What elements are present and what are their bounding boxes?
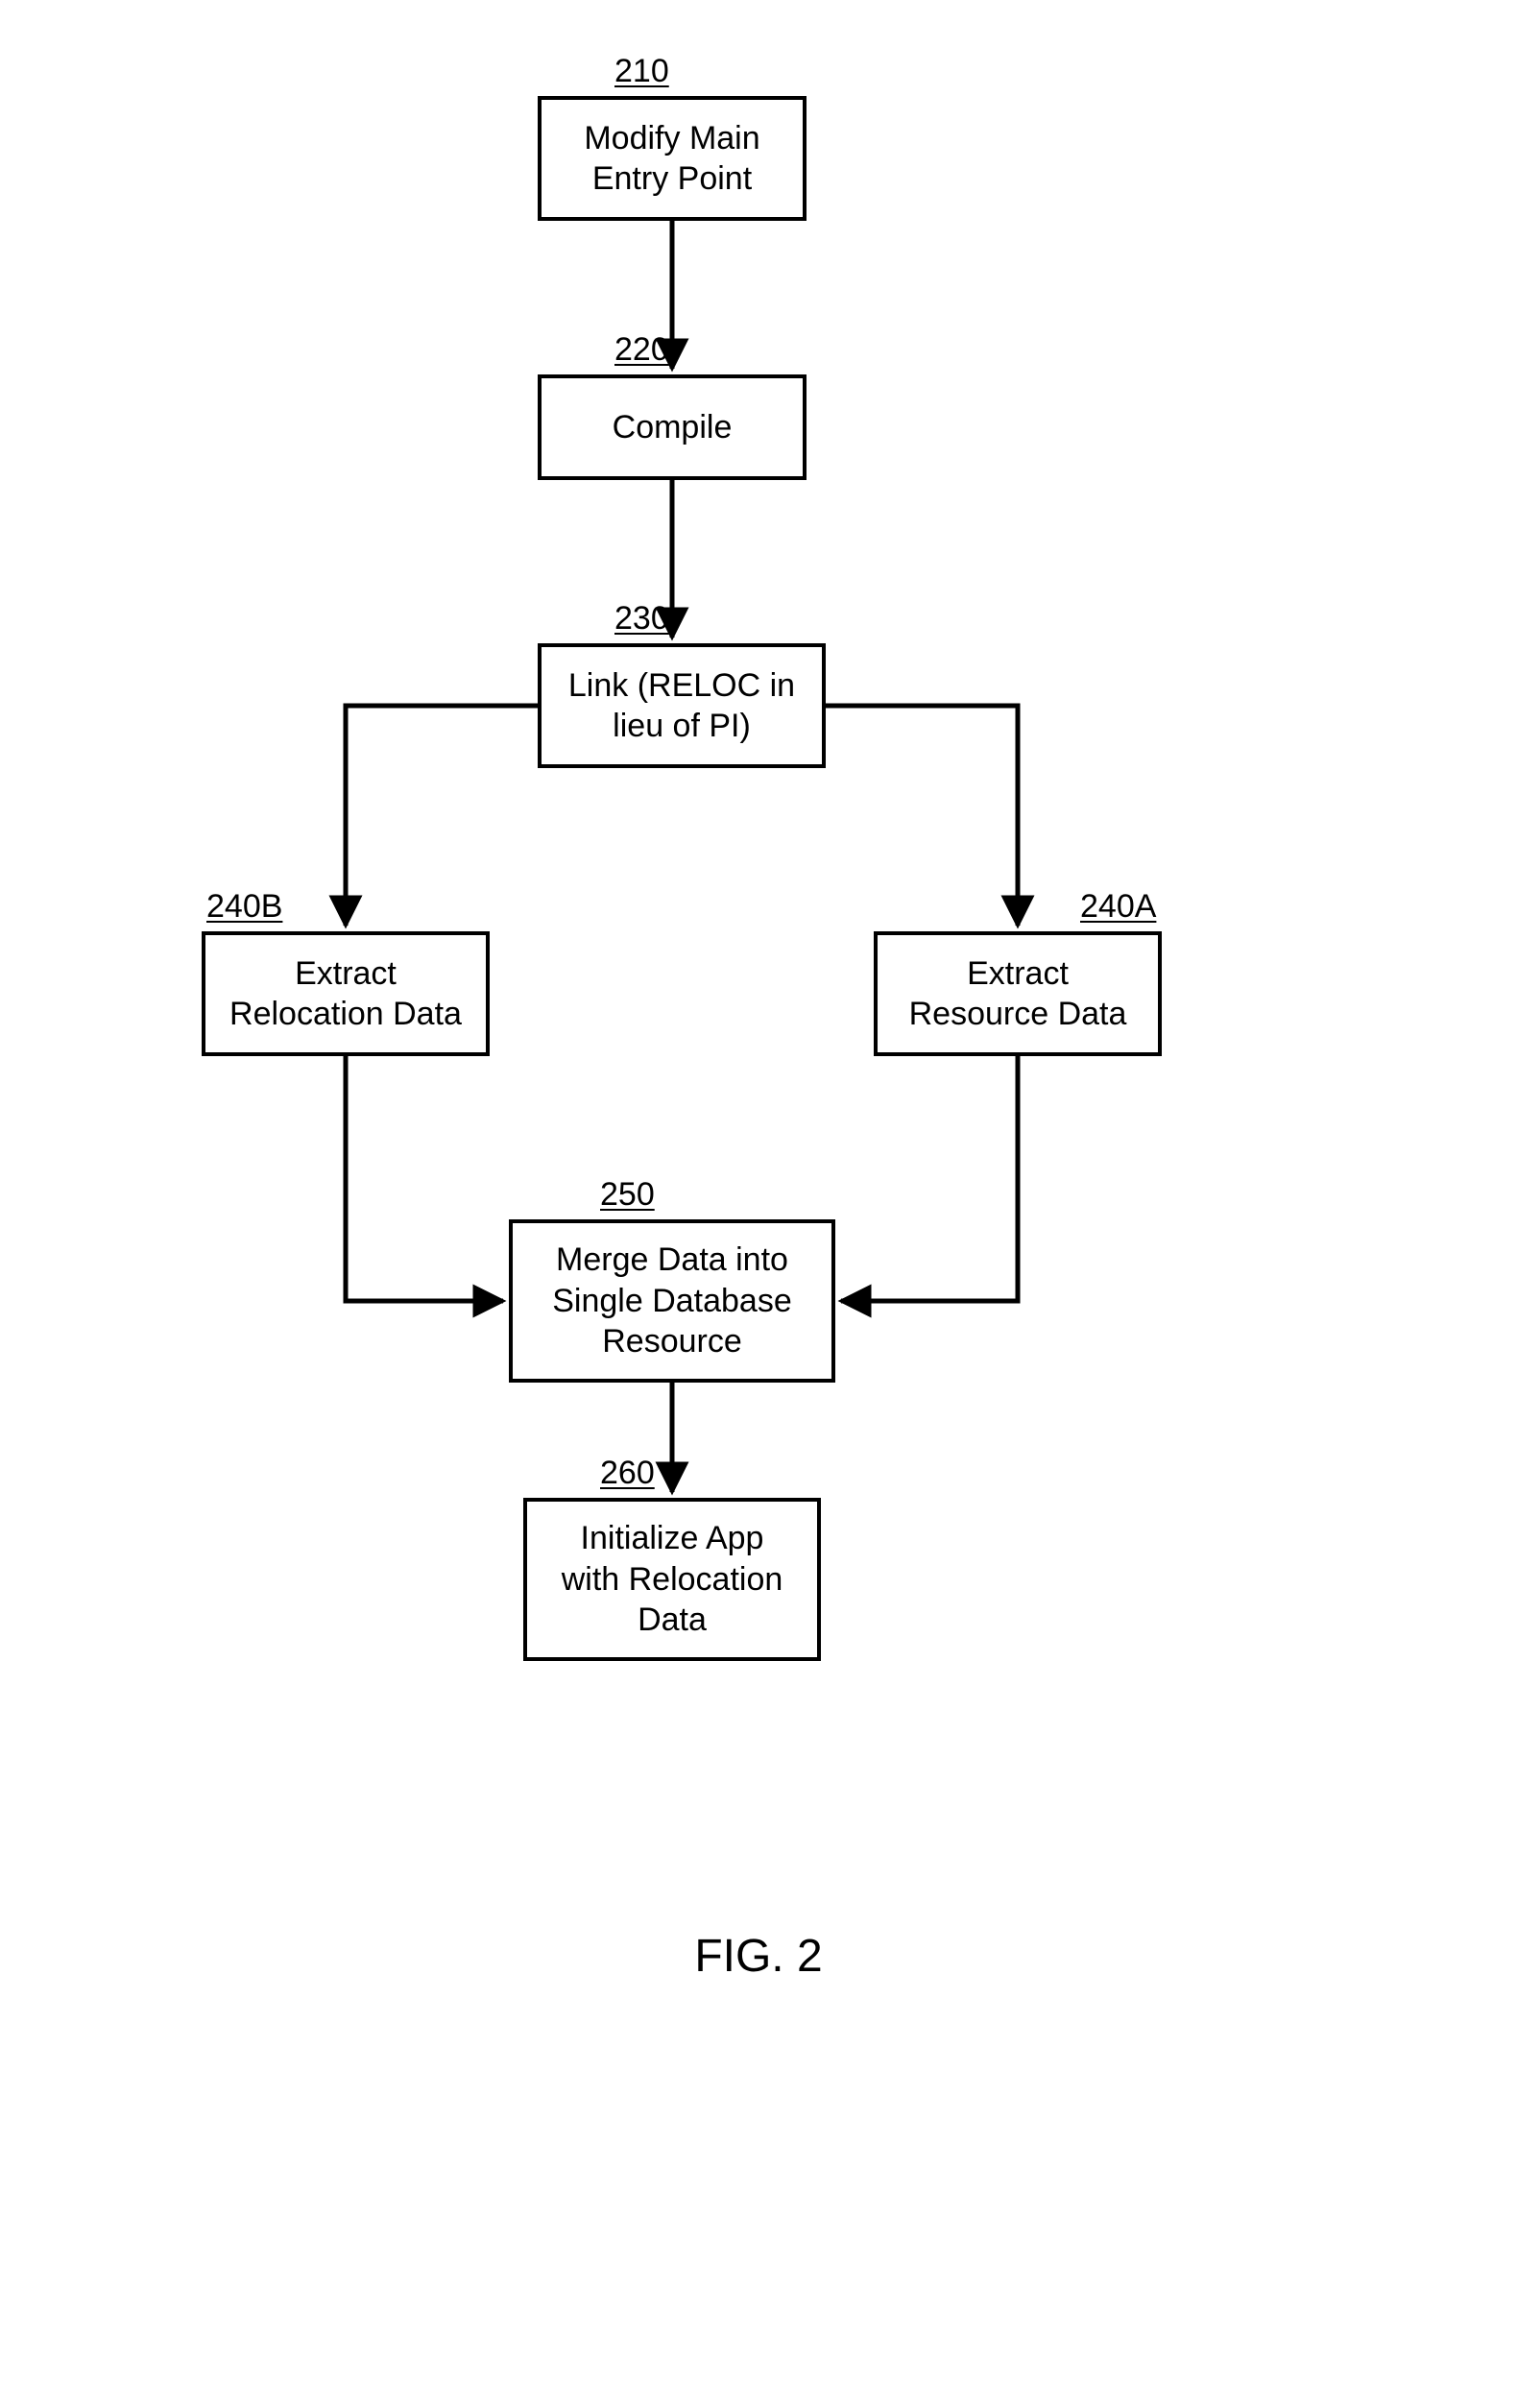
connectors <box>0 0 1517 2408</box>
node-240b-extract-relocation: ExtractRelocation Data <box>202 931 490 1056</box>
node-210-modify-main-entry-point: Modify MainEntry Point <box>538 96 807 221</box>
node-label-240b: 240B <box>206 888 282 926</box>
node-label-240a: 240A <box>1080 888 1156 926</box>
node-label-220: 220 <box>614 331 669 369</box>
node-230-link-reloc: Link (RELOC inlieu of PI) <box>538 643 826 768</box>
node-label-250: 250 <box>600 1176 655 1214</box>
node-250-merge-data: Merge Data intoSingle DatabaseResource <box>509 1219 835 1383</box>
node-260-initialize-app: Initialize Appwith RelocationData <box>523 1498 821 1661</box>
node-label-260: 260 <box>600 1455 655 1492</box>
figure-caption: FIG. 2 <box>0 1930 1517 1983</box>
node-label-230: 230 <box>614 600 669 638</box>
node-220-compile: Compile <box>538 374 807 480</box>
node-label-210: 210 <box>614 53 669 90</box>
flowchart-canvas: 210 220 230 240B 240A 250 260 Modify Mai… <box>0 0 1517 2408</box>
node-240a-extract-resource: ExtractResource Data <box>874 931 1162 1056</box>
